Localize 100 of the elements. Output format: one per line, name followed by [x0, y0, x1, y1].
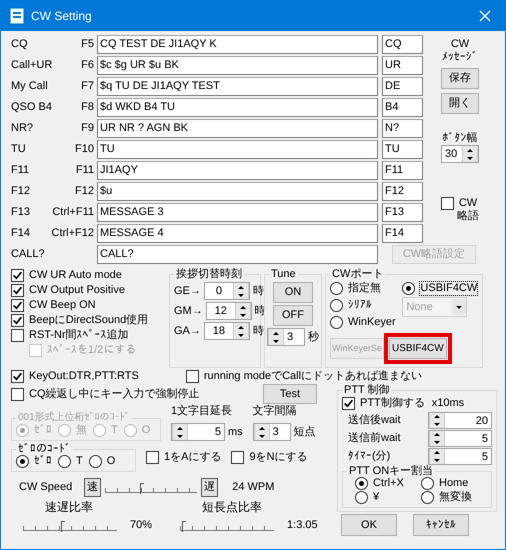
key-label: F6 — [81, 58, 95, 72]
group-title: PTT 制御 — [343, 384, 391, 396]
checkbox[interactable] — [11, 284, 24, 297]
slider-thumb[interactable] — [182, 520, 186, 532]
checkbox[interactable] — [11, 329, 24, 342]
message-file-button[interactable]: 保存 — [441, 68, 479, 89]
short-name-field[interactable]: F12 — [382, 182, 423, 200]
tune-button[interactable]: OFF — [273, 305, 313, 326]
group-title: 001形式上位桁ｾﾞﾛのｺｰﾄﾞ — [17, 412, 131, 424]
wait-label: 送信前wait — [348, 432, 401, 445]
checkbox[interactable] — [11, 269, 24, 282]
message-field[interactable]: TU — [97, 140, 378, 158]
checkbox[interactable] — [441, 197, 454, 210]
spacing-spinner[interactable]: 3 — [252, 423, 291, 441]
short-name-field[interactable]: F11 — [382, 160, 423, 180]
checkbox[interactable] — [11, 299, 24, 312]
hour-spinner[interactable]: 18 — [204, 322, 250, 340]
message-field[interactable]: CQ TEST DE JI1AQY K — [97, 34, 378, 54]
short-name-field[interactable]: CQ — [382, 34, 423, 54]
option-label: ｽﾍﾟｰｽを1/2にする — [47, 344, 136, 357]
radio-button[interactable] — [421, 491, 434, 504]
radio-button[interactable] — [330, 299, 343, 312]
checkbox[interactable] — [11, 314, 24, 327]
hour-spinner[interactable]: 12 — [206, 302, 252, 320]
wait-spinner[interactable]: 20 — [428, 412, 492, 429]
message-file-button[interactable]: 開く — [441, 93, 479, 114]
hour-spinner[interactable]: 0 — [204, 282, 250, 300]
option-label: CQ繰返し中にキー入力で強制停止 — [29, 388, 200, 400]
radio-button[interactable] — [402, 282, 416, 295]
wait-spinner[interactable]: 5 — [428, 448, 492, 465]
radio-label: ｾﾞﾛ — [34, 424, 52, 437]
wait-spinner[interactable]: 5 — [428, 430, 492, 447]
button-width-spinner[interactable]: 30 — [441, 145, 479, 163]
short-name-field[interactable]: N? — [382, 118, 423, 138]
delay-spinner[interactable]: 5 — [171, 423, 225, 441]
option-label: CW Output Positive — [29, 284, 125, 297]
checkbox[interactable] — [11, 388, 24, 400]
radio-button[interactable] — [330, 316, 343, 329]
message-label: TU — [11, 142, 26, 156]
message-field[interactable]: MESSAGE 3 — [97, 202, 378, 222]
slider-thumb[interactable] — [140, 482, 144, 494]
radio-button[interactable] — [355, 491, 368, 504]
short-name-field[interactable]: TU — [382, 140, 423, 158]
key-label: F8 — [81, 100, 95, 114]
dialog-button[interactable]: OK — [341, 514, 397, 536]
message-field[interactable]: UR NR ? AGN BK — [97, 118, 378, 138]
time-label: GM→ — [174, 304, 203, 318]
radio-button[interactable] — [330, 282, 343, 295]
checkbox[interactable] — [342, 397, 355, 410]
radio-button[interactable] — [88, 455, 102, 468]
option-label: RST-Nr間ｽﾍﾟｰｽ追加 — [29, 329, 129, 342]
fast-button[interactable]: 速 — [84, 478, 102, 497]
radio-label: 無 — [76, 424, 87, 437]
ratio-reading: 1:3.05 — [287, 519, 318, 532]
message-field[interactable]: $u — [97, 182, 378, 200]
checkbox[interactable] — [186, 370, 199, 383]
group-title: ｾﾞﾛのｺｰﾄﾞ — [17, 443, 72, 455]
call-field[interactable]: CALL? — [97, 244, 378, 264]
short-name-field[interactable]: F13 — [382, 202, 423, 222]
message-field[interactable]: MESSAGE 4 — [97, 224, 378, 242]
key-label: Ctrl+F12 — [52, 226, 95, 240]
message-field[interactable]: $d WKD B4 TU — [97, 98, 378, 116]
cw-message-label: CW ﾒｯｾｰｼﾞ — [442, 38, 478, 64]
short-name-field[interactable]: UR — [382, 56, 423, 74]
ratio-label: 速遅比率 — [45, 501, 93, 514]
port-setting-button[interactable]: USBIF4CW — [389, 338, 447, 359]
slow-button[interactable]: 遅 — [201, 478, 218, 497]
radio-label: USBIF4CW — [420, 282, 478, 295]
unit-label: 時 — [252, 324, 264, 338]
tune-spinner[interactable]: 3 — [267, 328, 305, 346]
radio-button[interactable] — [421, 477, 434, 490]
slider-thumb[interactable] — [60, 520, 65, 532]
unit-label: 時 — [254, 304, 266, 318]
key-label: Ctrl+F11 — [52, 206, 95, 218]
tune-button[interactable]: ON — [273, 282, 313, 303]
short-name-field[interactable]: B4 — [382, 98, 423, 116]
unit-label: 短点 — [294, 426, 316, 438]
radio-label: O — [106, 455, 116, 468]
radio-button[interactable] — [355, 477, 368, 490]
delay-label: 1文字目延長 — [171, 405, 234, 418]
ratio-reading: 70% — [130, 519, 152, 532]
message-label: My Call — [11, 80, 48, 92]
message-field[interactable]: $c $g UR $u BK — [97, 56, 378, 74]
radio-button[interactable] — [58, 455, 71, 468]
dialog-button[interactable]: ｷｬﾝｾﾙ — [413, 514, 469, 536]
checkbox[interactable] — [11, 370, 24, 383]
key-label: F7 — [81, 80, 95, 92]
short-name-field[interactable]: F14 — [382, 224, 423, 242]
checkbox[interactable] — [146, 451, 159, 464]
test-button[interactable]: Test — [263, 384, 317, 404]
checkbox[interactable] — [231, 451, 244, 464]
option-label: CW Beep ON — [29, 299, 96, 312]
key-label: F5 — [81, 38, 95, 50]
radio-button[interactable] — [16, 455, 29, 468]
message-label: Call+UR — [11, 58, 52, 72]
short-name-field[interactable]: DE — [382, 76, 423, 96]
close-icon[interactable] — [479, 10, 491, 22]
message-field[interactable]: $q TU DE JI1AQY TEST — [97, 76, 378, 96]
message-field[interactable]: JI1AQY — [97, 160, 378, 180]
message-label: NR? — [11, 122, 34, 134]
